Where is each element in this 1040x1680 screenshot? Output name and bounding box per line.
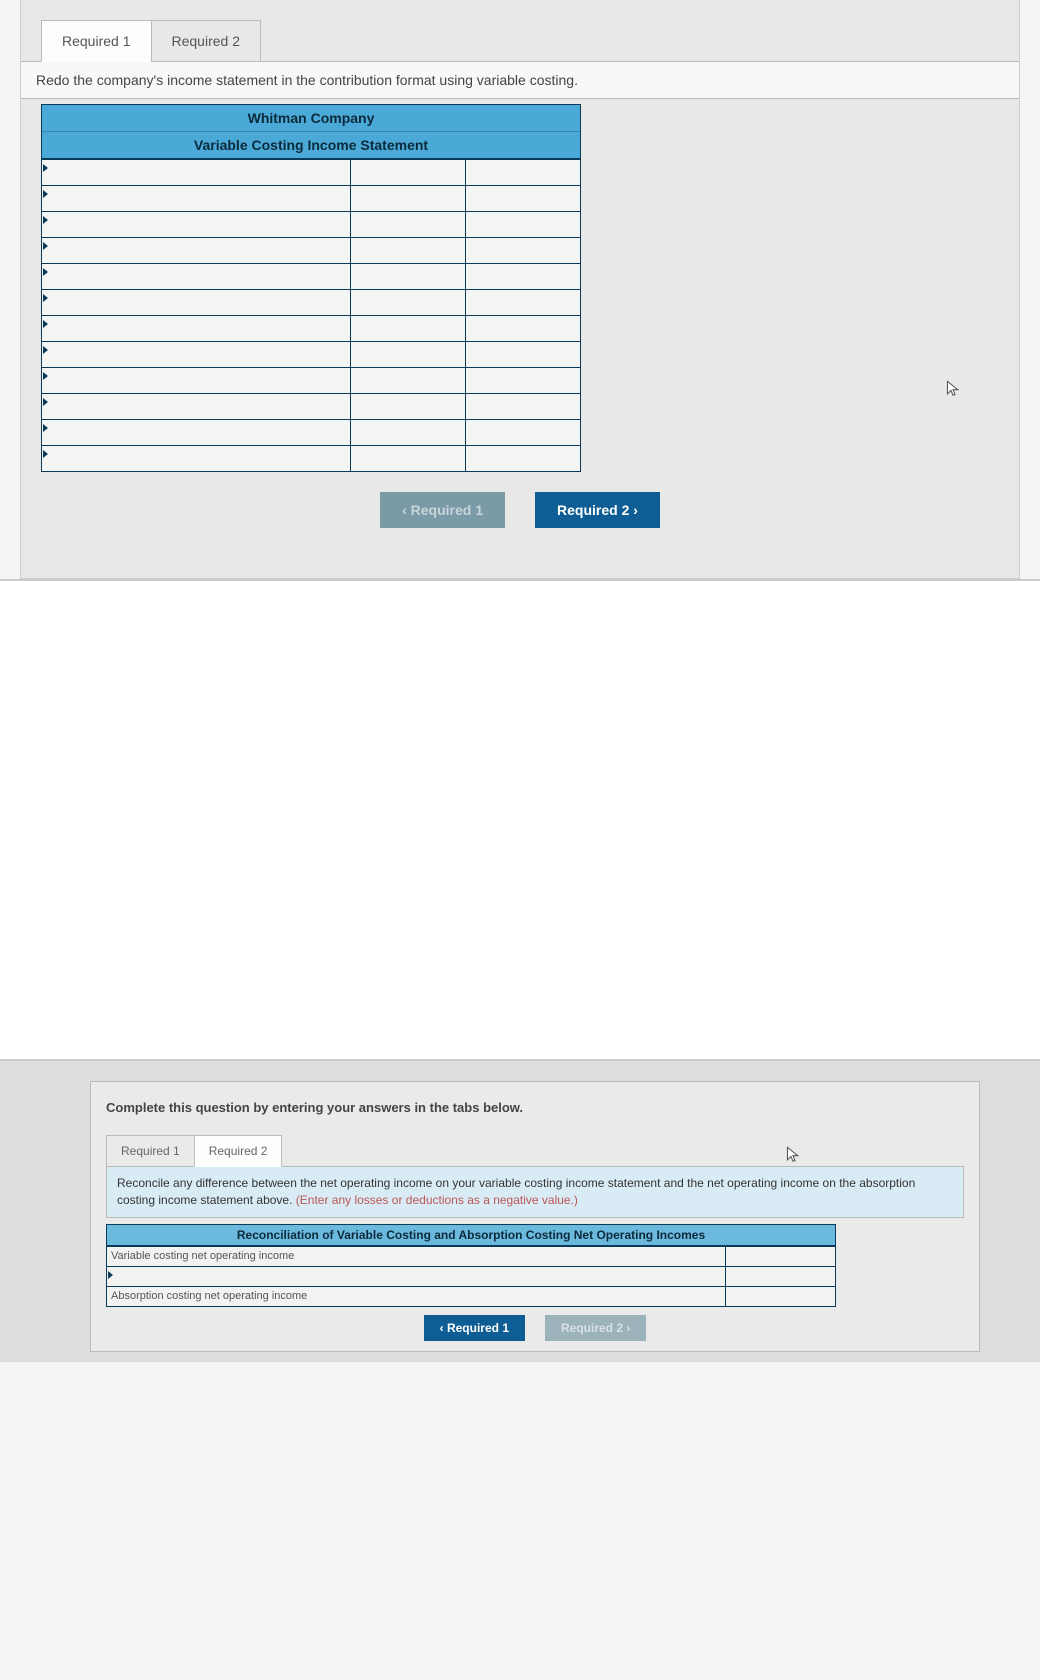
value-cell[interactable] xyxy=(466,342,581,368)
table-row: Variable costing net operating income xyxy=(107,1246,836,1266)
table-row xyxy=(42,316,581,342)
dropdown-tick-icon xyxy=(43,398,48,406)
dropdown-tick-icon xyxy=(108,1271,113,1279)
dropdown-tick-icon xyxy=(43,242,48,250)
value-cell[interactable] xyxy=(466,264,581,290)
tab2-required-2[interactable]: Required 2 xyxy=(194,1135,283,1167)
instruction-bar-2: Reconcile any difference between the net… xyxy=(106,1166,964,1218)
value-cell[interactable] xyxy=(466,368,581,394)
instruction-bar: Redo the company's income statement in t… xyxy=(21,61,1019,99)
question-panel-2: Complete this question by entering your … xyxy=(90,1081,980,1352)
dropdown-tick-icon xyxy=(43,216,48,224)
instruction-2-hint: (Enter any losses or deductions as a neg… xyxy=(296,1193,578,1207)
prev-required-button-2[interactable]: ‹ Required 1 xyxy=(424,1315,525,1341)
description-cell[interactable] xyxy=(42,420,351,446)
reconciliation-table: Reconciliation of Variable Costing and A… xyxy=(106,1224,836,1307)
table-row xyxy=(42,160,581,186)
question-panel-1: Required 1 Required 2 Redo the company's… xyxy=(20,0,1020,579)
dropdown-tick-icon xyxy=(43,424,48,432)
value-cell[interactable] xyxy=(351,368,466,394)
table-row xyxy=(42,368,581,394)
dropdown-tick-icon xyxy=(43,320,48,328)
dropdown-tick-icon xyxy=(43,450,48,458)
table-row xyxy=(42,394,581,420)
value-cell[interactable] xyxy=(351,316,466,342)
tab-row-2: Required 1 Required 2 xyxy=(106,1135,964,1167)
value-cell[interactable] xyxy=(351,446,466,472)
dropdown-tick-icon xyxy=(43,190,48,198)
table-row xyxy=(42,186,581,212)
table-row xyxy=(42,264,581,290)
value-cell[interactable] xyxy=(466,394,581,420)
description-cell[interactable] xyxy=(42,186,351,212)
cursor-icon xyxy=(786,1146,800,1164)
tab-row: Required 1 Required 2 xyxy=(21,0,1019,62)
value-cell[interactable] xyxy=(466,316,581,342)
dropdown-tick-icon xyxy=(43,372,48,380)
description-cell[interactable]: Absorption costing net operating income xyxy=(107,1286,726,1306)
description-cell[interactable] xyxy=(42,394,351,420)
value-cell[interactable] xyxy=(466,446,581,472)
value-cell[interactable] xyxy=(351,420,466,446)
tab2-required-1[interactable]: Required 1 xyxy=(106,1135,195,1167)
description-cell[interactable] xyxy=(107,1266,726,1286)
description-cell[interactable] xyxy=(42,290,351,316)
description-cell[interactable] xyxy=(42,212,351,238)
table-row: Absorption costing net operating income xyxy=(107,1286,836,1306)
value-cell[interactable] xyxy=(466,160,581,186)
worksheet-table: Whitman Company Variable Costing Income … xyxy=(41,104,581,472)
nav-buttons: ‹ Required 1 Required 2 › xyxy=(21,492,1019,528)
value-cell[interactable] xyxy=(351,342,466,368)
page-gap xyxy=(0,580,1040,1060)
panel2-intro: Complete this question by entering your … xyxy=(106,1100,964,1115)
value-cell[interactable] xyxy=(351,212,466,238)
value-cell[interactable] xyxy=(726,1286,836,1306)
description-cell[interactable] xyxy=(42,238,351,264)
value-cell[interactable] xyxy=(466,420,581,446)
value-cell[interactable] xyxy=(351,238,466,264)
value-cell[interactable] xyxy=(466,290,581,316)
description-cell[interactable]: Variable costing net operating income xyxy=(107,1246,726,1266)
table-row xyxy=(42,420,581,446)
value-cell[interactable] xyxy=(726,1266,836,1286)
description-cell[interactable] xyxy=(42,264,351,290)
description-cell[interactable] xyxy=(42,342,351,368)
value-cell[interactable] xyxy=(351,290,466,316)
description-cell[interactable] xyxy=(42,446,351,472)
table-row xyxy=(42,212,581,238)
table-row xyxy=(42,446,581,472)
value-cell[interactable] xyxy=(351,264,466,290)
value-cell[interactable] xyxy=(351,160,466,186)
prev-required-button[interactable]: ‹ Required 1 xyxy=(380,492,505,528)
table-row xyxy=(42,290,581,316)
value-cell[interactable] xyxy=(466,238,581,264)
description-cell[interactable] xyxy=(42,368,351,394)
value-cell[interactable] xyxy=(466,212,581,238)
description-cell[interactable] xyxy=(42,316,351,342)
question-panel-2-outer: Complete this question by entering your … xyxy=(0,1060,1040,1362)
table2-header: Reconciliation of Variable Costing and A… xyxy=(106,1224,836,1246)
description-cell[interactable] xyxy=(42,160,351,186)
dropdown-tick-icon xyxy=(43,268,48,276)
next-required-button-2[interactable]: Required 2 › xyxy=(545,1315,646,1341)
table-title-company: Whitman Company xyxy=(42,105,580,131)
dropdown-tick-icon xyxy=(43,294,48,302)
table-title-statement: Variable Costing Income Statement xyxy=(42,131,580,158)
cursor-icon xyxy=(946,380,960,398)
tab-required-2[interactable]: Required 2 xyxy=(151,20,262,62)
nav-buttons-2: ‹ Required 1 Required 2 › xyxy=(106,1315,964,1341)
value-cell[interactable] xyxy=(466,186,581,212)
value-cell[interactable] xyxy=(351,186,466,212)
table-row xyxy=(107,1266,836,1286)
next-required-button[interactable]: Required 2 › xyxy=(535,492,660,528)
tab-required-1[interactable]: Required 1 xyxy=(41,20,152,62)
dropdown-tick-icon xyxy=(43,346,48,354)
value-cell[interactable] xyxy=(726,1246,836,1266)
table-row xyxy=(42,238,581,264)
dropdown-tick-icon xyxy=(43,164,48,172)
table-row xyxy=(42,342,581,368)
value-cell[interactable] xyxy=(351,394,466,420)
